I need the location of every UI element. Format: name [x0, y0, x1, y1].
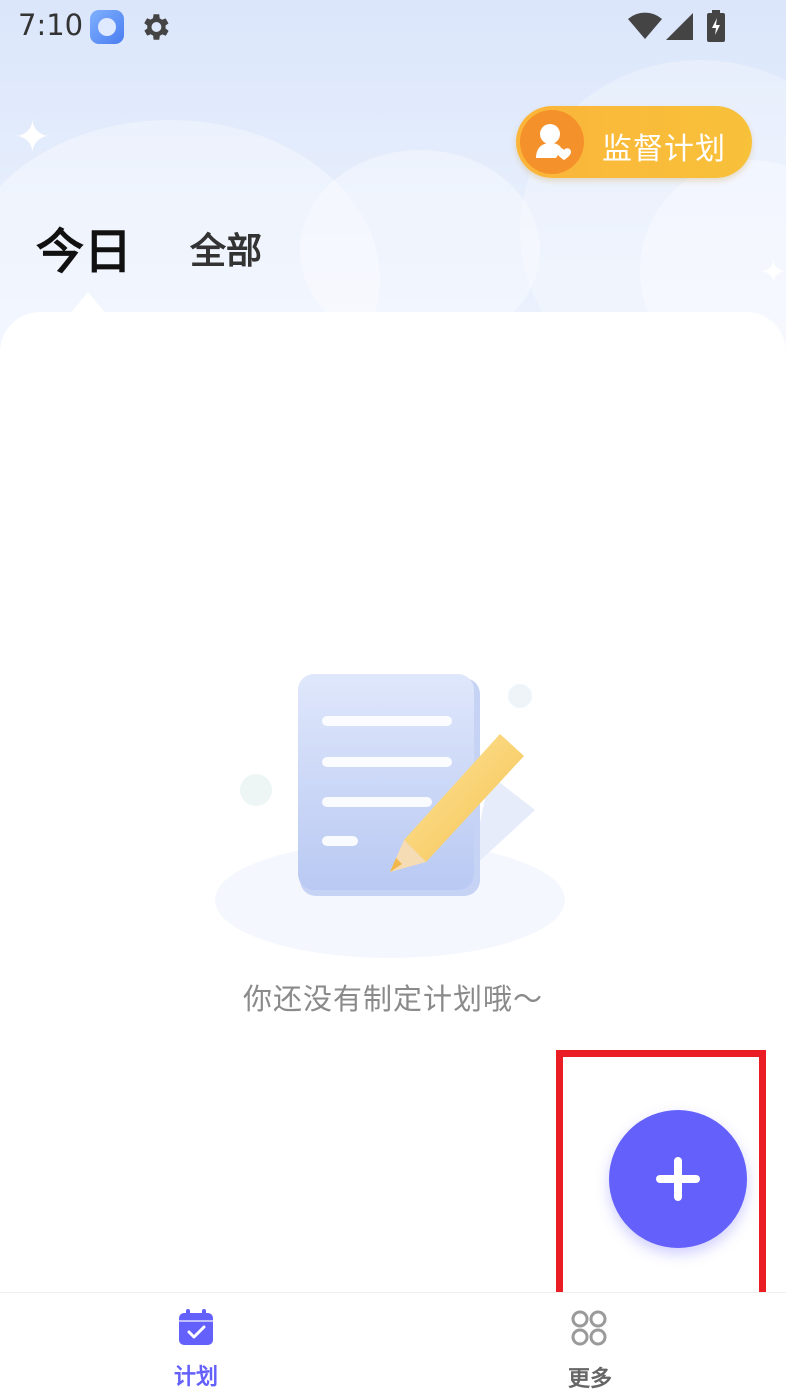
- calendar-check-icon: [179, 1309, 213, 1345]
- document-pencil-icon: [215, 674, 565, 958]
- nav-item-plan[interactable]: 计划: [136, 1293, 256, 1399]
- header-background: ✦ ✦: [0, 0, 786, 360]
- nav-item-more[interactable]: 更多: [530, 1293, 650, 1399]
- bottom-nav: 计划 更多: [0, 1292, 786, 1399]
- tab-indicator: [70, 292, 106, 314]
- gear-icon: [144, 14, 169, 40]
- battery-icon: [707, 10, 725, 42]
- grid-icon: [571, 1310, 607, 1346]
- status-bar: 7:10: [0, 0, 786, 54]
- app-notification-icon: [90, 10, 124, 44]
- status-time: 7:10: [18, 8, 84, 42]
- supervise-plan-button[interactable]: 监督计划: [516, 106, 752, 178]
- nav-item-more-label: 更多: [567, 1367, 612, 1392]
- nav-item-plan-label: 计划: [173, 1365, 218, 1390]
- supervise-plan-label: 监督计划: [602, 132, 726, 167]
- sparkle-icon: ✦: [14, 112, 51, 163]
- supervise-avatar-icon: [520, 110, 584, 174]
- tab-all[interactable]: 全部: [190, 222, 262, 274]
- signal-icon: [666, 13, 693, 40]
- empty-state-message: 你还没有制定计划哦～: [242, 982, 543, 1016]
- sparkle-icon: ✦: [760, 253, 786, 291]
- wifi-icon: [628, 12, 662, 39]
- tab-today[interactable]: 今日: [36, 212, 132, 282]
- highlight-box: [556, 1050, 766, 1304]
